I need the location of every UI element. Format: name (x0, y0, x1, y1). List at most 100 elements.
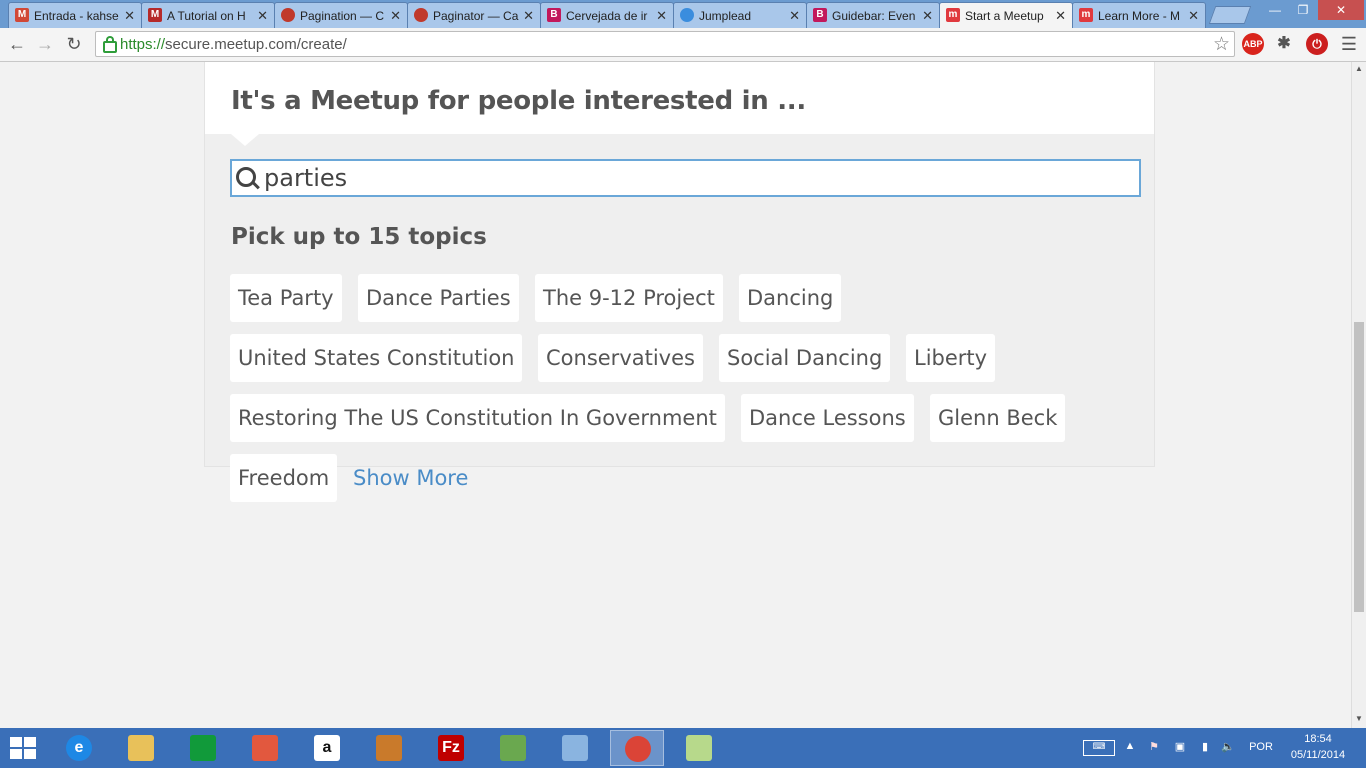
taskbar-app[interactable] (176, 730, 230, 766)
browser-tab[interactable]: M Entrada - kahse ✕ (8, 2, 142, 28)
close-tab-icon[interactable]: ✕ (1055, 8, 1066, 24)
media-icon (376, 735, 402, 761)
network-icon[interactable]: ▣ (1172, 740, 1188, 753)
office-icon (252, 735, 278, 761)
topic-chip[interactable]: Dancing (739, 274, 842, 322)
topic-chip[interactable]: Restoring The US Constitution In Governm… (230, 394, 725, 442)
m-icon: M (148, 8, 162, 22)
browser-tab[interactable]: m Learn More - M ✕ (1072, 2, 1206, 28)
taskbar-app[interactable] (114, 730, 168, 766)
topics-card: It's a Meetup for people interested in .… (204, 62, 1155, 502)
puzzle-icon[interactable]: ✱ (1273, 33, 1295, 55)
topic-chip[interactable]: Glenn Beck (930, 394, 1066, 442)
close-tab-icon[interactable]: ✕ (789, 8, 800, 24)
tab-title: Jumplead (699, 9, 752, 23)
browser-tab[interactable]: Jumplead ✕ (673, 2, 807, 28)
close-tab-icon[interactable]: ✕ (1188, 8, 1199, 24)
header-notch (231, 134, 259, 146)
tab-title: Start a Meetup (965, 9, 1044, 23)
taskbar-app[interactable]: Fz (424, 730, 478, 766)
language-indicator[interactable]: POR (1244, 741, 1278, 753)
topic-search-input[interactable] (264, 164, 1124, 192)
topic-chip[interactable]: The 9-12 Project (535, 274, 723, 322)
taskbar-app[interactable] (672, 730, 726, 766)
forward-icon[interactable]: → (34, 33, 56, 55)
topic-chip[interactable]: Social Dancing (719, 334, 891, 382)
circle-icon (281, 8, 295, 22)
show-more-link[interactable]: Show More (353, 454, 468, 502)
topic-chip[interactable]: Conservatives (538, 334, 703, 382)
chrome-icon (625, 736, 651, 762)
meetup-icon: m (1079, 8, 1093, 22)
b-icon: B (813, 8, 827, 22)
taskbar-app[interactable]: e (52, 730, 106, 766)
topic-chip[interactable]: Dance Lessons (741, 394, 914, 442)
taskbar-app[interactable] (238, 730, 292, 766)
new-tab-button[interactable] (1208, 6, 1252, 24)
tab-title: A Tutorial on H (167, 9, 246, 23)
b-icon: B (547, 8, 561, 22)
topic-chip[interactable]: Liberty (906, 334, 996, 382)
topic-chip[interactable]: Freedom (230, 454, 338, 502)
close-tab-icon[interactable]: ✕ (124, 8, 135, 24)
bookmark-star-icon[interactable]: ☆ (1213, 33, 1230, 56)
menu-icon[interactable]: ☰ (1338, 33, 1360, 55)
adblock-plus-icon[interactable]: ABP (1242, 33, 1264, 55)
close-tab-icon[interactable]: ✕ (656, 8, 667, 24)
taskbar-app[interactable] (548, 730, 602, 766)
minimize-button[interactable]: — (1262, 0, 1288, 20)
clock-time[interactable]: 18:54 (1290, 733, 1346, 745)
browser-tab[interactable]: M A Tutorial on H ✕ (141, 2, 275, 28)
page-scrollbar[interactable]: ▲ ▼ (1351, 62, 1366, 728)
tab-title: Paginator — Ca (433, 9, 519, 23)
close-window-button[interactable]: ✕ (1318, 0, 1364, 20)
close-tab-icon[interactable]: ✕ (523, 8, 534, 24)
volume-icon[interactable]: 🔈 (1220, 740, 1236, 753)
globe-icon (680, 8, 694, 22)
browser-tab[interactable]: B Guidebar: Even ✕ (806, 2, 940, 28)
flag-icon[interactable]: ⚑ (1146, 740, 1162, 753)
taskbar-app[interactable]: a (300, 730, 354, 766)
topic-search-box[interactable] (230, 159, 1141, 197)
lock-icon (103, 36, 117, 53)
back-icon[interactable]: ← (6, 33, 28, 55)
tab-title: Entrada - kahse (34, 9, 119, 23)
url-text[interactable]: https://secure.meetup.com/create/ (120, 36, 347, 53)
amazon-icon: a (314, 735, 340, 761)
topic-chip[interactable]: United States Constitution (230, 334, 523, 382)
taskbar-app[interactable] (486, 730, 540, 766)
taskbar-app[interactable] (610, 730, 664, 766)
power-icon[interactable]: ⏻ (1306, 33, 1328, 55)
url-path: secure.meetup.com/create/ (165, 36, 347, 53)
ie-icon: e (66, 735, 92, 761)
windows-taskbar: ⌨ ▲ ⚑ ▣ ▮ 🔈 POR 18:54 05/11/2014 e a Fz (0, 728, 1366, 768)
clock-date[interactable]: 05/11/2014 (1284, 749, 1352, 761)
url-scheme: https:// (120, 36, 166, 53)
windows-start-icon[interactable] (10, 737, 38, 761)
restore-button[interactable]: ❐ (1290, 0, 1316, 20)
browser-tab[interactable]: Paginator — Ca ✕ (407, 2, 541, 28)
gmail-icon: M (15, 8, 29, 22)
keyboard-icon[interactable]: ⌨ (1083, 740, 1115, 756)
explorer-icon (128, 735, 154, 761)
close-tab-icon[interactable]: ✕ (257, 8, 268, 24)
scroll-down-icon[interactable]: ▼ (1355, 714, 1363, 723)
reload-icon[interactable]: ↻ (63, 33, 85, 55)
show-hidden-icons[interactable]: ▲ (1124, 740, 1136, 752)
address-bar[interactable]: https://secure.meetup.com/create/ ☆ (95, 31, 1235, 57)
browser-tab[interactable]: B Cervejada de ir ✕ (540, 2, 674, 28)
card-header: It's a Meetup for people interested in .… (205, 62, 1154, 134)
topic-chip[interactable]: Dance Parties (358, 274, 519, 322)
scroll-thumb[interactable] (1354, 322, 1364, 612)
circle-icon (414, 8, 428, 22)
taskbar-app[interactable] (362, 730, 416, 766)
close-tab-icon[interactable]: ✕ (922, 8, 933, 24)
notepad-icon (500, 735, 526, 761)
battery-icon[interactable]: ▮ (1198, 740, 1212, 753)
page-content: It's a Meetup for people interested in .… (0, 62, 1351, 728)
browser-tab[interactable]: Pagination — C ✕ (274, 2, 408, 28)
browser-tab[interactable]: m Start a Meetup ✕ (939, 2, 1073, 28)
topic-chip[interactable]: Tea Party (230, 274, 342, 322)
close-tab-icon[interactable]: ✕ (390, 8, 401, 24)
scroll-up-icon[interactable]: ▲ (1355, 64, 1363, 73)
